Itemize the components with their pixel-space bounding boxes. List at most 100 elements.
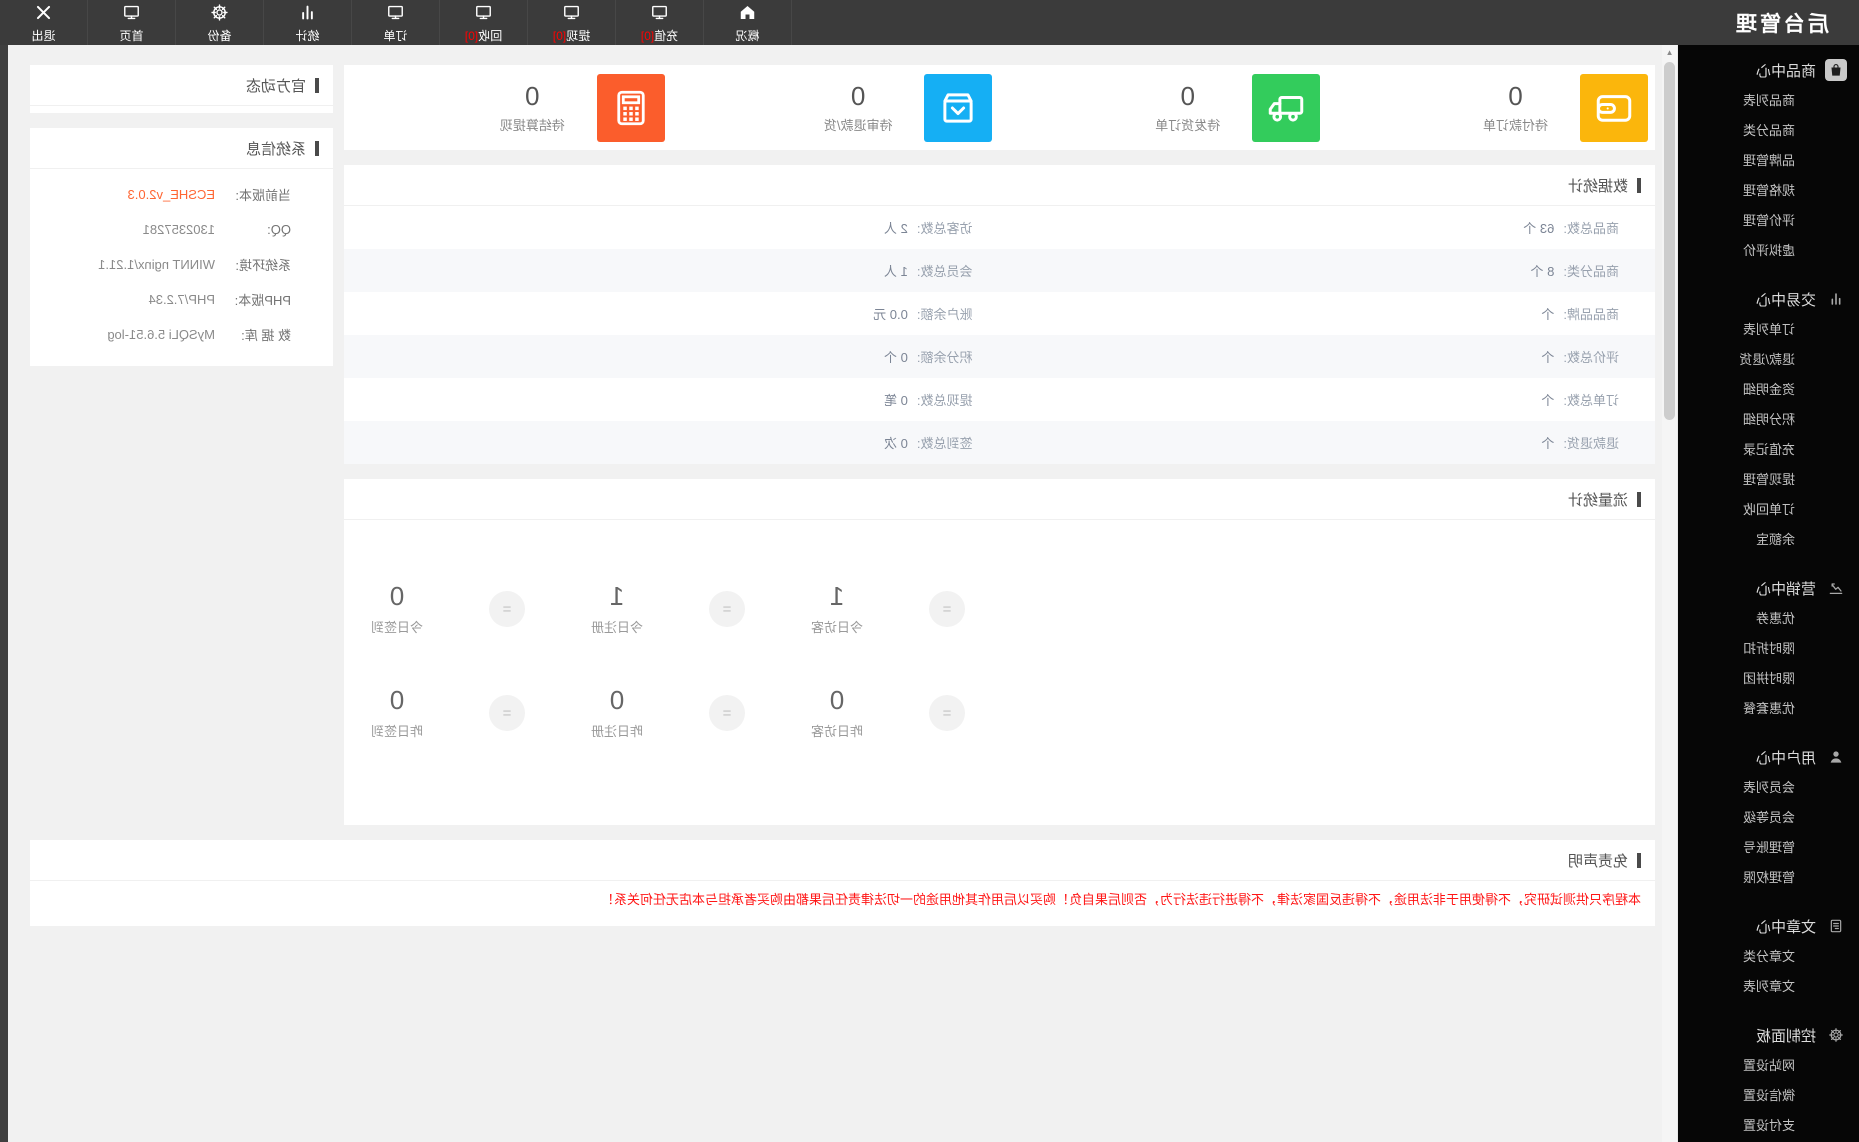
equals-separator-icon: = — [709, 591, 745, 627]
data-statistics-header: 数据统计 — [344, 165, 1655, 206]
sidebar-item-points-detail[interactable]: 积分明细 — [1678, 405, 1859, 435]
window-scrollbar-strip[interactable] — [0, 45, 8, 1142]
list-item: 系统环境: WINNT nginx/1.21.1 — [30, 247, 333, 282]
sidebar-item-refund-return[interactable]: 退款/退货 — [1678, 345, 1859, 375]
toolbar-item-overview[interactable]: 概况 — [704, 0, 792, 45]
sidebar-item-member-list[interactable]: 会员列表 — [1678, 773, 1859, 803]
sidebar-section-header-trade[interactable]: 交易中心 — [1678, 283, 1859, 315]
stat-label: 账户余额: — [916, 307, 973, 322]
sidebar-section-articles: 文章中心 文章分类 文章列表 — [1678, 910, 1859, 1002]
summary-card-pending-shipment[interactable]: 0 待发货订单 — [1000, 65, 1328, 150]
monitor-icon — [562, 3, 581, 27]
sidebar-item-spec-manage[interactable]: 规格管理 — [1678, 176, 1859, 206]
sidebar-item-flash-discount[interactable]: 限时折扣 — [1678, 634, 1859, 664]
equals-separator-icon: = — [489, 695, 525, 731]
flow-value: 0 — [609, 685, 625, 715]
toolbar-item-label: 首页 — [119, 28, 144, 43]
sidebar-item-article-category[interactable]: 文章分类 — [1678, 942, 1859, 972]
list-item: 当前版本: ECSHE_v2.0.3 — [30, 177, 333, 212]
sidebar-item-withdraw-manage[interactable]: 提现管理 — [1678, 465, 1859, 495]
table-row: 商品总数: 63 个 访客总数: 2 人 — [344, 206, 1655, 249]
sidebar-item-recharge-record[interactable]: 充值记录 — [1678, 435, 1859, 465]
sidebar-item-product-list[interactable]: 商品列表 — [1678, 86, 1859, 116]
sidebar-item-balance-treasure[interactable]: 余额宝 — [1678, 525, 1859, 555]
equals-separator-icon: = — [489, 591, 525, 627]
section-accent-bar — [315, 77, 319, 93]
card-value: 0 — [1180, 80, 1195, 111]
toolbar-item-recharge[interactable]: 充值 [0] — [616, 0, 704, 45]
stat-label: 商品总数: — [1563, 221, 1619, 236]
sidebar-item-wechat-settings[interactable]: 微信设置 — [1678, 1081, 1859, 1111]
sidebar-item-payment-settings[interactable]: 支付设置 — [1678, 1111, 1859, 1141]
sidebar-section-header-products[interactable]: 商品中心 — [1678, 54, 1859, 86]
sidebar-item-order-recycle[interactable]: 订单回收 — [1678, 495, 1859, 525]
equals-separator-icon: = — [929, 695, 965, 731]
sidebar-item-site-settings[interactable]: 网站设置 — [1678, 1051, 1859, 1081]
toolbar-item-backup[interactable]: 备份 — [176, 0, 264, 45]
sidebar-section-header-marketing[interactable]: 营销中心 — [1678, 572, 1859, 604]
stat-label: 提现总数: — [916, 393, 973, 408]
info-label: 当前版本: — [235, 188, 291, 203]
stat-label: 商品分类: — [1563, 264, 1619, 279]
content-scrollbar[interactable]: ▲ — [1662, 45, 1678, 1142]
toolbar-item-withdraw[interactable]: 提现 [0] — [528, 0, 616, 45]
scroll-up-arrow-icon[interactable]: ▲ — [1662, 45, 1677, 60]
sidebar-item-product-category[interactable]: 商品分类 — [1678, 116, 1859, 146]
list-item: QQ: 1302357281 — [30, 212, 333, 247]
section-title: 免责声明 — [1567, 852, 1628, 870]
scrollbar-thumb[interactable] — [1664, 62, 1675, 420]
user-icon — [1825, 746, 1847, 768]
mirrored-viewport: 后台管理 概况 充值 [0] 提现 [0] 回收 [0] 订单 统计 备份 首页… — [0, 0, 1859, 1142]
toolbar-items: 概况 充值 [0] 提现 [0] 回收 [0] 订单 统计 备份 首页 退出 — [0, 0, 792, 45]
toolbar-item-statistics[interactable]: 统计 — [264, 0, 352, 45]
sidebar-section-header-control-panel[interactable]: 控制面板 — [1678, 1019, 1859, 1051]
sidebar-item-member-level[interactable]: 会员等级 — [1678, 803, 1859, 833]
flow-label: 昨日访客 — [811, 724, 864, 739]
sidebar-item-virtual-review[interactable]: 虚拟评价 — [1678, 236, 1859, 266]
table-row: 商品品牌: 个 账户余额: 0.0 元 — [344, 292, 1655, 335]
flow-stat-yesterday-registrations: 0 昨日注册 — [571, 685, 663, 740]
data-statistics-card: 数据统计 商品总数: 63 个 访客总数: 2 人 商品分类: 8 个 会员总数: 1 … — [344, 165, 1655, 464]
section-title: 流量统计 — [1567, 491, 1628, 509]
official-news-header: 官方动态 — [30, 65, 333, 106]
flow-stat-yesterday-checkins: 0 昨日签到 — [351, 685, 443, 740]
sidebar-item-order-list[interactable]: 订单列表 — [1678, 315, 1859, 345]
summary-card-pending-settlement[interactable]: 0 待结算提现 — [344, 65, 672, 150]
sidebar-section-header-users[interactable]: 用户中心 — [1678, 741, 1859, 773]
toolbar-item-recycle[interactable]: 回收 [0] — [440, 0, 528, 45]
sidebar-section-header-articles[interactable]: 文章中心 — [1678, 910, 1859, 942]
stat-value: 个 — [1541, 307, 1555, 322]
stat-label: 签到总数: — [916, 436, 973, 451]
count-badge: [0] — [464, 28, 479, 43]
sidebar-item-brand-manage[interactable]: 品牌管理 — [1678, 146, 1859, 176]
toolbar-item-orders[interactable]: 订单 — [352, 0, 440, 45]
toolbar-item-logout[interactable]: 退出 — [0, 0, 88, 45]
sidebar-item-manage-permissions[interactable]: 管理权限 — [1678, 863, 1859, 893]
version-value[interactable]: ECSHE_v2.0.3 — [128, 187, 215, 202]
sidebar-item-article-list[interactable]: 文章列表 — [1678, 972, 1859, 1002]
card-value: 0 — [1508, 80, 1523, 111]
sidebar-item-group-buy[interactable]: 限时拼团 — [1678, 664, 1859, 694]
section-accent-bar — [315, 140, 319, 156]
sidebar-item-manage-accounts[interactable]: 管理账号 — [1678, 833, 1859, 863]
disclaimer-header: 免责声明 — [30, 840, 1655, 881]
stat-label: 订单总数: — [1563, 393, 1619, 408]
card-label: 待发货订单 — [1155, 117, 1221, 133]
sidebar-section-title: 营销中心 — [1755, 580, 1816, 598]
sidebar-item-review-manage[interactable]: 评价管理 — [1678, 206, 1859, 236]
sidebar-item-fund-detail[interactable]: 资金明细 — [1678, 375, 1859, 405]
summary-card-pending-payment[interactable]: 0 待付款订单 — [1327, 65, 1655, 150]
sidebar-item-coupon[interactable]: 优惠券 — [1678, 604, 1859, 634]
toolbar-item-homepage[interactable]: 首页 — [88, 0, 176, 45]
info-label: 系统环境: — [235, 258, 291, 273]
sidebar-item-combo-deal[interactable]: 优惠套餐 — [1678, 694, 1859, 724]
card-value: 0 — [850, 80, 866, 111]
main-content: 0 待付款订单 0 待发货订单 0 待审退款/货 0 待结算提现 数据统计 商品… — [8, 45, 1663, 1142]
gear-icon — [1825, 1024, 1847, 1046]
shopping-bag-icon — [1825, 59, 1847, 81]
disclaimer-card: 免责声明 本程序只供测试研究，不得使用于非法用途，不得违反国家法律，不得进行违法… — [30, 840, 1655, 926]
toolbar-item-label: 回收 — [478, 28, 503, 43]
gear-icon — [210, 3, 229, 27]
summary-card-pending-refund-review[interactable]: 0 待审退款/货 — [672, 65, 1000, 150]
main-column: 0 待付款订单 0 待发货订单 0 待审退款/货 0 待结算提现 数据统计 商品… — [344, 65, 1655, 840]
